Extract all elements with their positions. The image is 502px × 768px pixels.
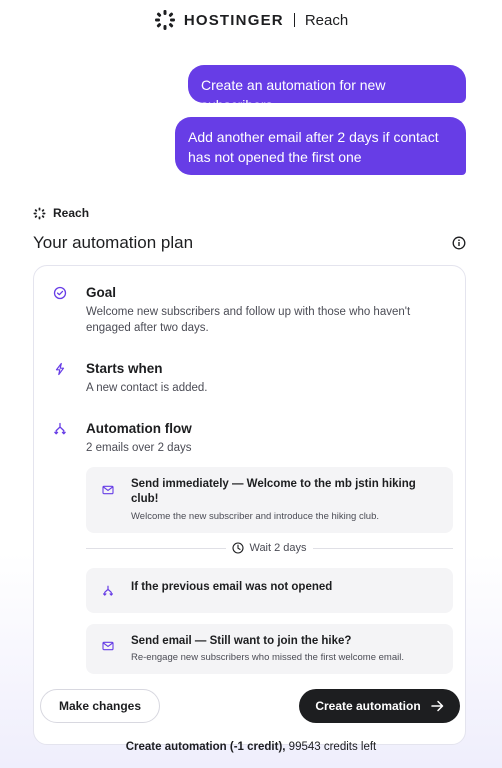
- lightning-icon: [55, 362, 65, 376]
- credits-left: 99543 credits left: [288, 741, 377, 753]
- step-title: Send email — Still want to join the hike…: [131, 635, 352, 647]
- wait-label: Wait 2 days: [232, 542, 307, 554]
- hostinger-logo-icon: [154, 10, 175, 30]
- flow-step-email[interactable]: Send immediately — Welcome to the mb jst…: [86, 467, 453, 533]
- branch-icon: [102, 585, 114, 596]
- agent-name: Reach: [53, 206, 90, 220]
- create-automation-label: Create automation: [315, 699, 421, 713]
- wait-divider: Wait 2 days: [86, 540, 453, 556]
- product-name: Reach: [304, 11, 349, 29]
- flow-title: Automation flow: [86, 421, 192, 436]
- automation-plan-card: Goal Welcome new subscribers and follow …: [33, 265, 466, 745]
- goal-text: Welcome new subscribers and follow up wi…: [86, 306, 411, 334]
- brand-name: HOSTINGER: [183, 11, 284, 29]
- user-message: Add another email after 2 days if contac…: [175, 117, 466, 175]
- brand-divider: [293, 13, 295, 27]
- flow-step-email[interactable]: Send email — Still want to join the hike…: [86, 624, 453, 674]
- divider-line: [86, 547, 227, 549]
- clock-icon: [232, 542, 245, 554]
- header: HOSTINGER Reach: [0, 6, 502, 34]
- flow-text: 2 emails over 2 days: [86, 442, 192, 454]
- step-subtitle: Re-engage new subscribers who missed the…: [131, 652, 404, 663]
- trigger-title: Starts when: [86, 361, 163, 376]
- reach-logo-icon: [33, 207, 46, 219]
- step-title: Send immediately — Welcome to the mb jst…: [131, 478, 416, 505]
- user-message: Create an automation for new subscribers: [188, 65, 466, 113]
- goal-title: Goal: [86, 285, 117, 300]
- email-icon: [102, 485, 114, 495]
- wait-text: Wait 2 days: [249, 542, 307, 554]
- step-title: If the previous email was not opened: [131, 581, 333, 593]
- credits-footer: Create automation (-1 credit), 99543 cre…: [0, 741, 502, 753]
- create-automation-button[interactable]: Create automation: [299, 689, 460, 723]
- branch-icon: [54, 422, 66, 435]
- arrow-right-icon: [430, 700, 443, 712]
- credit-cost: Create automation (-1 credit),: [125, 741, 286, 753]
- target-icon: [53, 286, 67, 300]
- agent-label: Reach: [33, 206, 89, 220]
- make-changes-button[interactable]: Make changes: [40, 689, 160, 723]
- plan-title: Your automation plan: [33, 233, 194, 252]
- email-icon: [102, 641, 114, 651]
- trigger-text: A new contact is added.: [86, 382, 208, 394]
- step-subtitle: Welcome the new subscriber and introduce…: [131, 511, 380, 522]
- flow-step-condition[interactable]: If the previous email was not opened: [86, 568, 453, 613]
- info-icon[interactable]: [452, 236, 466, 250]
- divider-line: [312, 547, 453, 549]
